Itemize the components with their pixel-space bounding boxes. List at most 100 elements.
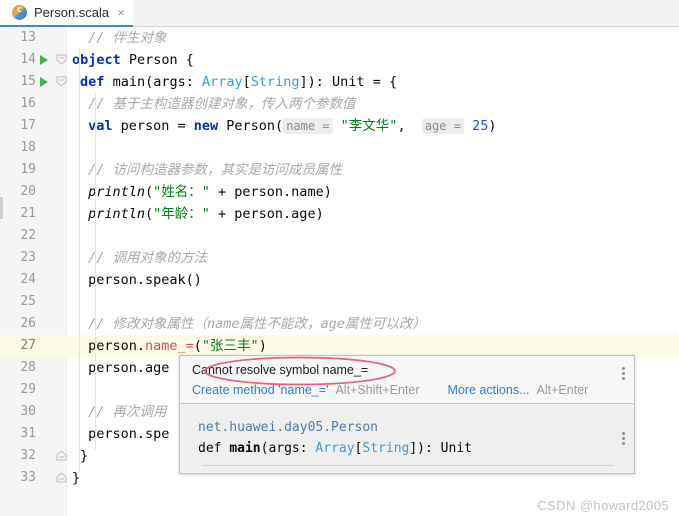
code-text: person.speak() [88,269,202,291]
code-line[interactable]: 23 // 调用对象的方法 [0,247,679,269]
scala-class-icon [12,4,27,20]
token-cmt: // 伴生对象 [88,30,167,46]
code-line[interactable]: 16 // 基于主构造器创建对象，传入两个参数值 [0,93,679,115]
popup-quick-fix-actions: Create method 'name_=' Alt+Shift+Enter M… [192,383,624,397]
code-line[interactable]: 17 val person = new Person(name = "李文华", … [0,115,679,137]
code-text: object Person { [72,49,194,71]
token-ident: ( [193,338,202,354]
line-number: 29 [20,382,36,397]
line-number: 15 [20,74,36,89]
token-cmt: // 基于主构造器创建对象，传入两个参数值 [88,96,356,112]
token-ident: , [397,118,422,134]
line-number: 22 [20,228,36,243]
fold-end-icon[interactable] [56,450,67,461]
code-line[interactable]: 18 [0,137,679,159]
fold-collapse-icon[interactable] [56,54,67,65]
code-line[interactable]: 13 // 伴生对象 [0,27,679,49]
token-ident: Person( [218,118,284,134]
token-err: name_= [145,338,194,354]
code-line[interactable]: 20 println("姓名：" + person.name) [0,181,679,203]
run-arrow-icon[interactable] [40,77,48,87]
doc-more-options-icon[interactable] [622,432,625,445]
line-number: 27 [20,338,36,353]
run-arrow-icon[interactable] [40,55,48,65]
code-line[interactable]: 22 [0,225,679,247]
doc-sig-type: Array [315,441,355,456]
code-text: def main(args: Array[String]): Unit = { [80,71,397,93]
token-hint: age = [421,118,464,134]
token-ident: ) [258,338,267,354]
token-ident: [ [242,74,251,90]
token-ident: ( [145,184,154,200]
token-ident: ) [488,118,497,134]
line-number: 20 [20,184,36,199]
code-line[interactable]: 21 println("年龄：" + person.age) [0,203,679,225]
line-number: 23 [20,250,36,265]
code-text: person.age [88,357,169,379]
code-line[interactable]: 26 // 修改对象属性（name属性不能改，age属性可以改） [0,313,679,335]
code-text: person.name_=("张三丰") [88,335,267,357]
token-kw: new [193,118,219,134]
more-actions-shortcut: Alt+Enter [536,383,589,397]
create-method-link[interactable]: Create method 'name_=' [192,383,328,397]
more-options-icon[interactable] [622,367,625,380]
close-icon[interactable]: × [117,6,125,19]
popup-header: Cannot resolve symbol name_= Create meth… [180,356,634,403]
code-text: // 修改对象属性（name属性不能改，age属性可以改） [88,313,426,335]
error-message: Cannot resolve symbol name_= [192,363,369,377]
token-str: "李文华" [332,118,398,134]
code-line[interactable]: 24 person.speak() [0,269,679,291]
token-ident: person = [112,118,194,134]
code-line[interactable]: 15 def main(args: Array[String]): Unit = … [0,71,679,93]
token-ident: + person.name) [209,184,332,200]
fold-collapse-icon[interactable] [56,76,67,87]
line-number: 24 [20,272,36,287]
code-text: } [80,445,88,467]
doc-sig-name: main [229,441,261,456]
code-text: // 伴生对象 [88,27,166,49]
more-actions-link[interactable]: More actions... [448,383,530,397]
line-number: 31 [20,426,36,441]
token-cmt: // 再次调用 [88,404,167,420]
token-ident: person.speak() [88,272,202,288]
create-method-shortcut: Alt+Shift+Enter [335,383,420,397]
token-cmt: // 修改对象属性（name属性不能改，age属性可以改） [88,316,426,332]
doc-signature: def main(args: Array[String]): Unit [198,438,624,459]
token-typ: Array [201,74,243,90]
line-number: 33 [20,470,36,485]
code-text: // 访问构造器参数，其实是访问成员属性 [88,159,342,181]
doc-sig-plain: (args: [260,441,316,456]
token-kw: def [80,74,105,90]
code-text: // 基于主构造器创建对象，传入两个参数值 [88,93,355,115]
doc-sig-kwd: def [198,441,230,456]
line-number: 17 [20,118,36,133]
doc-fqn: net.huawei.day05.Person [198,420,379,435]
code-line[interactable]: 14 object Person { [0,49,679,71]
token-kw: val [88,118,113,134]
token-str: "年龄：" [153,206,210,222]
token-ident: ]): Unit = { [299,74,398,90]
watermark-text: CSDN @howard2005 [537,498,669,513]
fold-end-icon[interactable] [56,472,67,483]
line-number: 14 [20,52,36,67]
line-number: 26 [20,316,36,331]
token-ident: } [72,470,81,486]
doc-sig-type: String [362,441,410,456]
token-mth: println [88,206,145,222]
code-line[interactable]: 27 person.name_=("张三丰") [0,335,679,357]
token-cmt: // 访问构造器参数，其实是访问成员属性 [88,162,342,178]
editor-tab-label: Person.scala [34,5,110,20]
token-ident: ( [145,206,154,222]
indent-guide [79,49,80,472]
editor-tab-person-scala[interactable]: Person.scala × [0,0,133,27]
code-text: println("年龄：" + person.age) [88,203,324,225]
line-number: 13 [20,30,36,45]
code-line[interactable]: 25 [0,291,679,313]
line-number: 30 [20,404,36,419]
code-line[interactable]: 19 // 访问构造器参数，其实是访问成员属性 [0,159,679,181]
editor-tab-bar: Person.scala × [0,0,679,27]
line-number: 28 [20,360,36,375]
token-ident: } [80,448,89,464]
inspection-popup[interactable]: Cannot resolve symbol name_= Create meth… [179,355,635,474]
line-number: 25 [20,294,36,309]
